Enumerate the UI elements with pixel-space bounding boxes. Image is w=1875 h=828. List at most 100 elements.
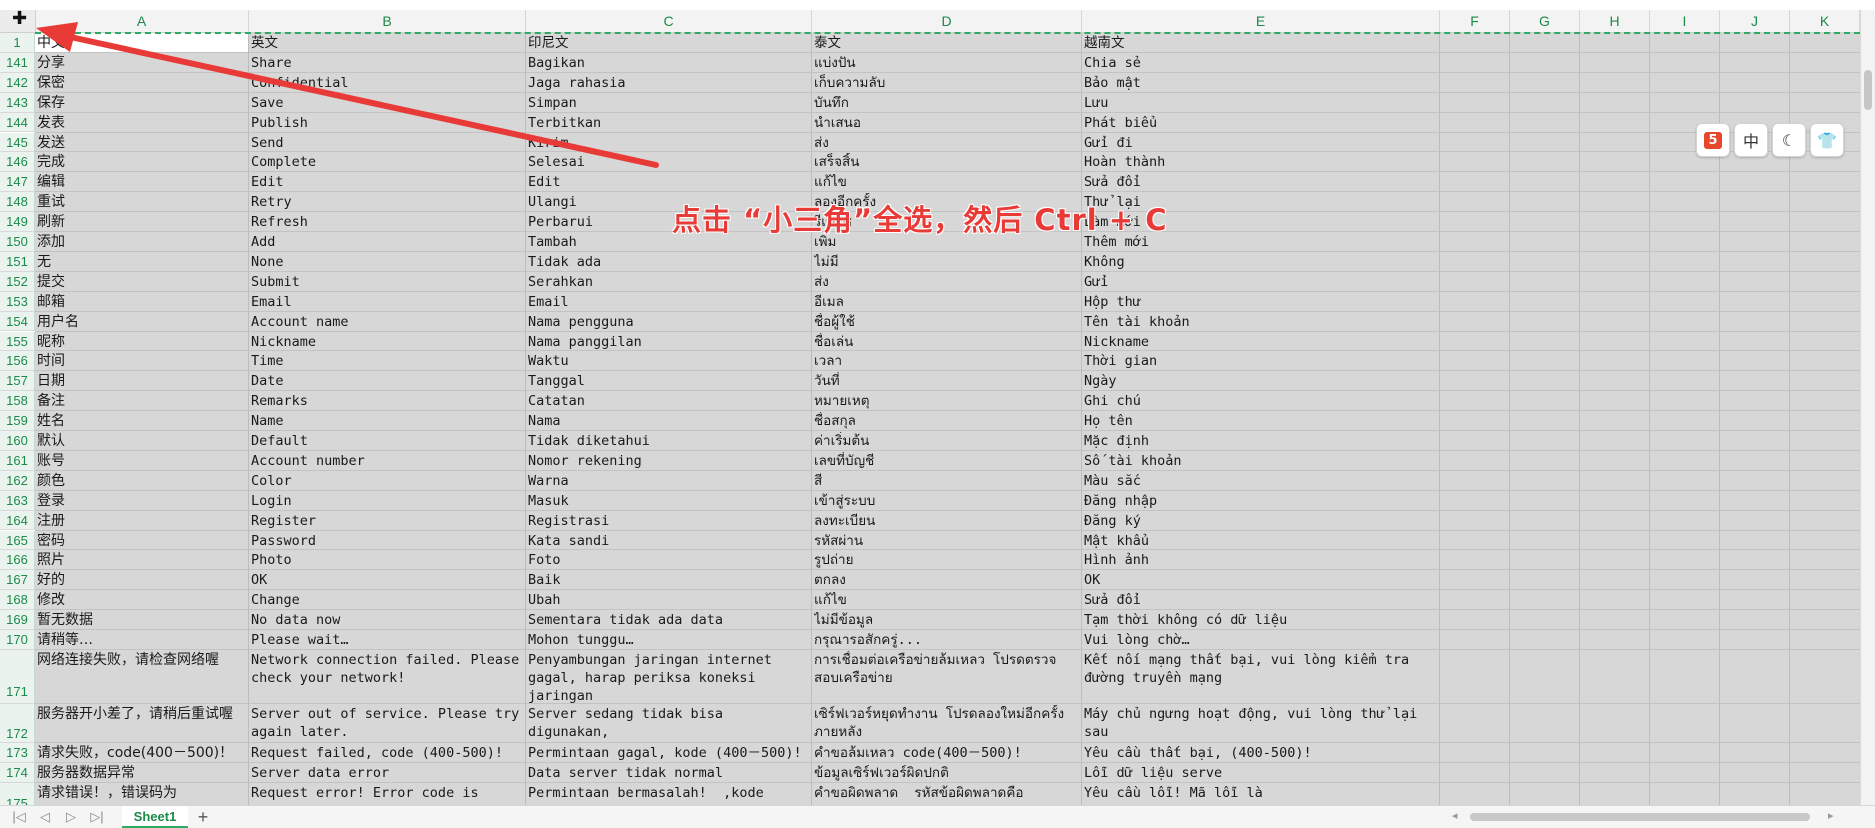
column-header-f[interactable]: F: [1440, 10, 1510, 32]
row-header-160[interactable]: 160: [0, 431, 35, 451]
table-cell[interactable]: 修改: [37, 591, 247, 610]
row-header-147[interactable]: 147: [0, 172, 35, 193]
table-cell[interactable]: เก็บความลับ: [814, 74, 1080, 93]
table-cell[interactable]: ไม่มี: [814, 253, 1080, 272]
column-header-g[interactable]: G: [1510, 10, 1580, 32]
table-cell[interactable]: Registrasi: [528, 512, 810, 531]
table-cell[interactable]: Email: [528, 293, 810, 312]
table-cell[interactable]: Catatan: [528, 392, 810, 411]
row-header-146[interactable]: 146: [0, 152, 35, 173]
table-cell[interactable]: Tidak diketahui: [528, 432, 810, 451]
table-cell[interactable]: แบ่งปัน: [814, 54, 1080, 73]
table-cell[interactable]: Kata sandi: [528, 532, 810, 551]
table-cell[interactable]: แก้ไข: [814, 591, 1080, 610]
table-cell[interactable]: Nama: [528, 412, 810, 431]
row-header-151[interactable]: 151: [0, 251, 35, 272]
table-cell[interactable]: Sementara tidak ada data: [528, 611, 810, 630]
table-cell[interactable]: รูปถ่าย: [814, 551, 1080, 570]
table-cell[interactable]: 印尼文: [528, 34, 810, 53]
table-cell[interactable]: Phát biểu: [1084, 114, 1438, 133]
table-cell[interactable]: Tên tài khoản: [1084, 313, 1438, 332]
table-cell[interactable]: Chia sẻ: [1084, 54, 1438, 73]
row-header-170[interactable]: 170: [0, 630, 35, 650]
table-cell[interactable]: Server sedang tidak bisa digunakan, sila…: [528, 705, 810, 743]
table-cell[interactable]: 密码: [37, 532, 247, 551]
table-cell[interactable]: ลงทะเบียน: [814, 512, 1080, 531]
row-header-157[interactable]: 157: [0, 371, 35, 392]
table-cell[interactable]: Confidential: [251, 74, 524, 93]
table-cell[interactable]: Edit: [251, 173, 524, 192]
table-cell[interactable]: 照片: [37, 551, 247, 570]
table-cell[interactable]: OK: [251, 571, 524, 590]
table-cell[interactable]: Network connection failed. Please check …: [251, 651, 524, 704]
table-cell[interactable]: Register: [251, 512, 524, 531]
table-cell[interactable]: Name: [251, 412, 524, 431]
table-cell[interactable]: Không: [1084, 253, 1438, 272]
table-cell[interactable]: Email: [251, 293, 524, 312]
row-header-164[interactable]: 164: [0, 510, 35, 531]
table-cell[interactable]: Default: [251, 432, 524, 451]
table-cell[interactable]: Thời gian: [1084, 352, 1438, 371]
last-sheet-nav-button[interactable]: ▷|: [86, 808, 108, 826]
table-cell[interactable]: 注册: [37, 512, 247, 531]
table-cell[interactable]: Send: [251, 134, 524, 153]
table-cell[interactable]: Hoàn thành: [1084, 153, 1438, 172]
table-cell[interactable]: Selesai: [528, 153, 810, 172]
table-cell[interactable]: Ubah: [528, 591, 810, 610]
row-header-149[interactable]: 149: [0, 212, 35, 232]
table-cell[interactable]: Photo: [251, 551, 524, 570]
row-header-156[interactable]: 156: [0, 351, 35, 372]
table-cell[interactable]: Terbitkan: [528, 114, 810, 133]
row-header-171[interactable]: 171: [0, 649, 35, 704]
table-cell[interactable]: Password: [251, 532, 524, 551]
table-cell[interactable]: Hộp thư: [1084, 293, 1438, 312]
table-cell[interactable]: Change: [251, 591, 524, 610]
row-header-162[interactable]: 162: [0, 470, 35, 491]
column-header-j[interactable]: J: [1720, 10, 1790, 32]
table-cell[interactable]: 服务器开小差了，请稍后重试喔: [37, 705, 247, 743]
column-header-i[interactable]: I: [1650, 10, 1720, 32]
row-header-143[interactable]: 143: [0, 92, 35, 113]
table-cell[interactable]: Lưu: [1084, 94, 1438, 113]
table-cell[interactable]: Refresh: [251, 213, 524, 232]
select-all-corner[interactable]: ✚: [0, 8, 36, 32]
row-header-152[interactable]: 152: [0, 271, 35, 292]
table-cell[interactable]: นำเสนอ: [814, 114, 1080, 133]
table-cell[interactable]: 发送: [37, 134, 247, 153]
table-cell[interactable]: 添加: [37, 233, 247, 252]
table-cell[interactable]: Hình ảnh: [1084, 551, 1438, 570]
table-cell[interactable]: 请求错误！，错误码为: [37, 784, 247, 805]
table-cell[interactable]: เลขที่บัญชี: [814, 452, 1080, 471]
table-cell[interactable]: Máy chủ ngưng hoạt động, vui lòng thử lạ…: [1084, 705, 1438, 743]
table-cell[interactable]: กรุณารอสักครู่...: [814, 631, 1080, 650]
table-cell[interactable]: Jaga rahasia: [528, 74, 810, 93]
table-cell[interactable]: Permintaan gagal, kode (400－500)!: [528, 744, 810, 763]
table-cell[interactable]: ส่ง: [814, 273, 1080, 292]
table-cell[interactable]: คำขอล้มเหลว code(400－500)!: [814, 744, 1080, 763]
next-sheet-nav-button[interactable]: ▷: [60, 808, 82, 826]
row-header-1[interactable]: 1: [0, 33, 35, 53]
column-header-a[interactable]: A: [35, 10, 249, 32]
table-cell[interactable]: 暂无数据: [37, 611, 247, 630]
add-sheet-button[interactable]: +: [193, 806, 213, 828]
table-cell[interactable]: คำขอผิดพลาด รหัสข้อผิดพลาดคือ: [814, 784, 1080, 805]
table-cell[interactable]: Sửa đổi: [1084, 173, 1438, 192]
table-cell[interactable]: 分享: [37, 54, 247, 73]
scroll-right-icon[interactable]: ▸: [1828, 809, 1834, 822]
table-cell[interactable]: แก้ไข: [814, 173, 1080, 192]
table-cell[interactable]: การเชื่อมต่อเครือข่ายล้มเหลว โปรดตรวจ สอ…: [814, 651, 1080, 704]
row-header-172[interactable]: 172: [0, 703, 35, 743]
table-cell[interactable]: Vui lòng chờ…: [1084, 631, 1438, 650]
horizontal-scroll-thumb[interactable]: [1470, 813, 1810, 821]
table-cell[interactable]: Warna: [528, 472, 810, 491]
table-cell[interactable]: Foto: [528, 551, 810, 570]
table-cell[interactable]: 账号: [37, 452, 247, 471]
select-all-triangle-icon[interactable]: ✚: [12, 8, 27, 29]
table-cell[interactable]: 用户名: [37, 313, 247, 332]
table-cell[interactable]: บันทึก: [814, 94, 1080, 113]
scroll-left-icon[interactable]: ◂: [1452, 809, 1458, 822]
table-cell[interactable]: Sửa đổi: [1084, 591, 1438, 610]
table-cell[interactable]: Penyambungan jaringan internet gagal, ha…: [528, 651, 810, 704]
table-cell[interactable]: ข้อมูลเซิร์ฟเวอร์ผิดปกติ: [814, 764, 1080, 783]
table-cell[interactable]: 完成: [37, 153, 247, 172]
